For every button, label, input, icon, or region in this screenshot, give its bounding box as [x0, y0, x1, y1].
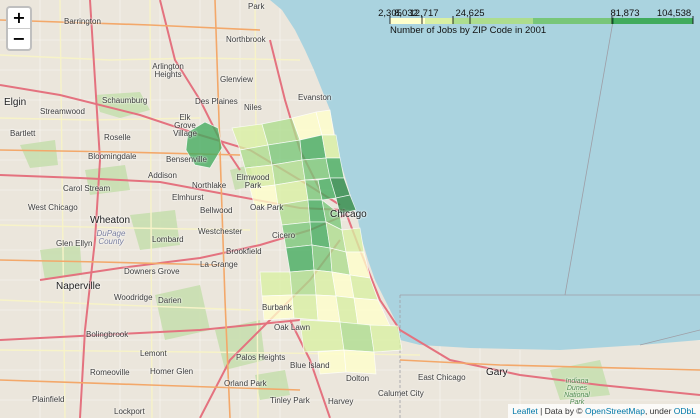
legend-bin-4 [533, 18, 613, 24]
place-label-plainfield: Plainfield [32, 395, 65, 404]
place-label-barrington: Barrington [64, 17, 101, 26]
place-label-cicero: Cicero [272, 231, 296, 240]
place-label-homer-glen: Homer Glen [150, 367, 194, 376]
place-label-elgin: Elgin [4, 97, 27, 108]
place-label-oak-lawn: Oak Lawn [274, 323, 311, 332]
place-label-elmhurst: Elmhurst [172, 193, 204, 202]
place-label-dolton: Dolton [346, 374, 370, 383]
place-label-chicago: Chicago [330, 209, 367, 220]
place-label-northlake: Northlake [192, 181, 227, 190]
place-label-roselle: Roselle [104, 133, 131, 142]
place-label-bensenville: Bensenville [166, 155, 207, 164]
place-label-northbrook: Northbrook [226, 35, 266, 44]
legend-tick-3: 12,717 [409, 8, 439, 19]
place-label-bloomingdale: Bloomingdale [88, 152, 137, 161]
place-label-lockport: Lockport [114, 407, 145, 416]
place-label-elmwood-park: Elmwood Park [236, 173, 270, 190]
place-label-orland-park: Orland Park [224, 379, 267, 388]
place-label-streamwood: Streamwood [40, 107, 85, 116]
legend-title: Number of Jobs by ZIP Code in 2001 [390, 25, 547, 36]
odbl-link[interactable]: ODbL [674, 406, 696, 416]
place-label-bartlett: Bartlett [10, 129, 36, 138]
osm-link[interactable]: OpenStreetMap [585, 406, 645, 416]
zoom-out-button[interactable]: − [8, 29, 30, 49]
place-label-evanston: Evanston [298, 93, 332, 102]
place-label-bolingbrook: Bolingbrook [86, 330, 129, 339]
zoom-control: + − [6, 6, 32, 51]
place-label-tinley-park: Tinley Park [270, 396, 310, 405]
place-label-niles: Niles [244, 103, 262, 112]
place-label-park: Park [248, 2, 265, 11]
place-label-dupage-county: DuPage County [96, 229, 126, 246]
choropleth-legend: 2,305 8,032 12,717 24,625 81,873 104,538… [378, 2, 700, 36]
place-label-westchester: Westchester [198, 227, 243, 236]
place-label-blue-island: Blue Island [290, 361, 330, 370]
place-label-calumet-city: Calumet City [378, 389, 424, 398]
place-label-woodridge: Woodridge [114, 293, 153, 302]
place-label-glen-ellyn: Glen Ellyn [56, 239, 93, 248]
map-container[interactable]: Park Barrington Northbrook Arlington Hei… [0, 0, 700, 418]
legend-tick-5: 81,873 [610, 8, 640, 19]
map-attribution: Leaflet | Data by © OpenStreetMap, under… [508, 404, 700, 418]
place-label-carol-stream: Carol Stream [63, 184, 111, 193]
attribution-under: , under [644, 406, 674, 416]
place-label-la-grange: La Grange [200, 260, 238, 269]
place-label-romeoville: Romeoville [90, 368, 130, 377]
place-label-elk-grove-village: Elk Grove Village [173, 113, 197, 138]
attribution-data-by: | Data by © [537, 406, 585, 416]
place-label-gary: Gary [486, 367, 508, 378]
place-label-addison: Addison [148, 171, 177, 180]
place-label-oak-park: Oak Park [250, 203, 284, 212]
place-label-darien: Darien [158, 296, 182, 305]
place-label-lombard: Lombard [152, 235, 184, 244]
place-label-wheaton: Wheaton [90, 215, 131, 226]
place-label-west-chicago: West Chicago [28, 203, 78, 212]
place-label-indiana-dunes: Indiana Dunes National Park [564, 378, 590, 406]
place-label-east-chicago: East Chicago [418, 373, 466, 382]
place-label-palos-heights: Palos Heights [236, 353, 286, 362]
place-label-schaumburg: Schaumburg [102, 96, 148, 105]
place-label-downers-grove: Downers Grove [124, 267, 180, 276]
legend-tick-4: 24,625 [455, 8, 485, 19]
zoom-in-button[interactable]: + [8, 8, 30, 29]
leaflet-link[interactable]: Leaflet [512, 406, 538, 416]
place-label-des-plaines: Des Plaines [195, 97, 238, 106]
place-label-lemont: Lemont [140, 349, 167, 358]
place-label-arlington-heights: Arlington Heights [152, 62, 184, 79]
legend-tick-6: 104,538 [656, 8, 692, 19]
place-label-harvey: Harvey [328, 397, 354, 406]
place-label-glenview: Glenview [220, 75, 253, 84]
place-label-bellwood: Bellwood [200, 206, 233, 215]
place-label-brookfield: Brookfield [226, 247, 262, 256]
place-label-burbank: Burbank [262, 303, 292, 312]
place-label-naperville: Naperville [56, 281, 101, 292]
